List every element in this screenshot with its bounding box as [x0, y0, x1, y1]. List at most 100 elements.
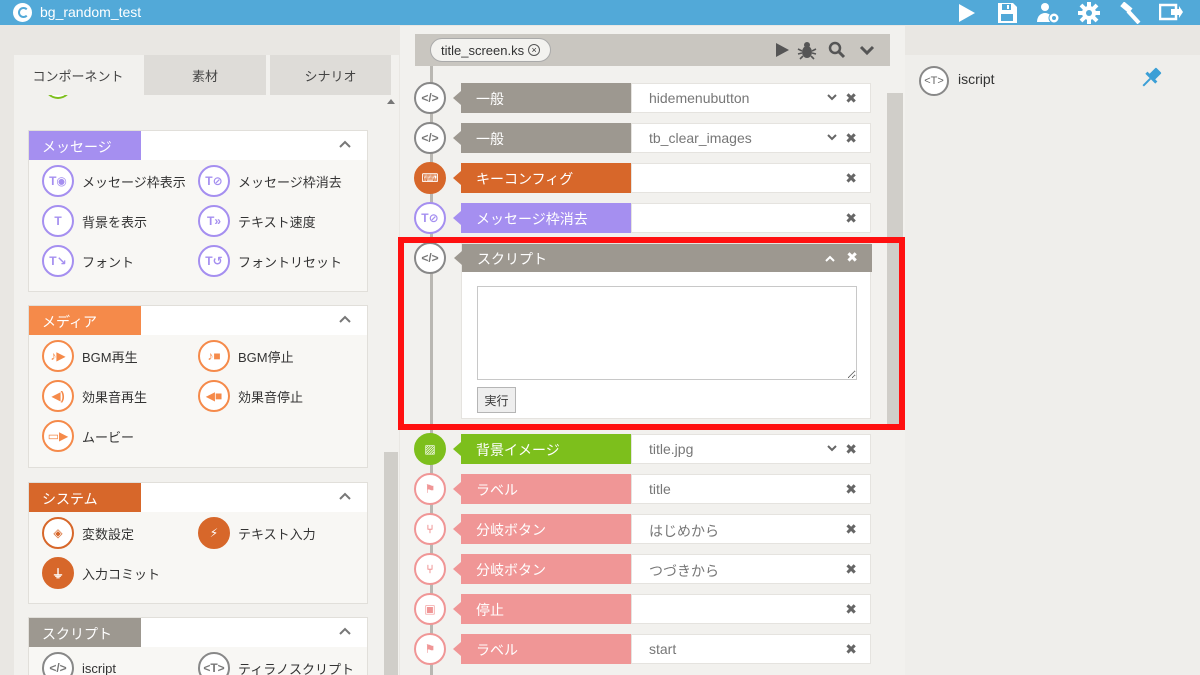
chevron-up-icon[interactable] — [825, 255, 835, 262]
component-show-bg[interactable]: T 背景を表示 — [42, 205, 147, 237]
tag-label: 一般 — [453, 83, 631, 113]
media-section-header[interactable]: メディア — [29, 306, 367, 335]
component-text-input[interactable]: ⚡ テキスト入力 — [198, 517, 316, 549]
tag-value[interactable] — [631, 163, 871, 193]
execute-button[interactable]: 実行 — [477, 387, 516, 413]
chevron-up-icon[interactable] — [339, 315, 351, 323]
tag-row[interactable]: 一般 tb_clear_images ✖ — [453, 123, 871, 153]
chevron-up-icon[interactable] — [339, 627, 351, 635]
tag-row[interactable]: 分岐ボタン つづきから ✖ — [453, 554, 871, 584]
gear-icon[interactable] — [1075, 0, 1103, 25]
left-scrollbar[interactable] — [384, 95, 398, 675]
component-list[interactable]: メッセージ T◉ メッセージ枠表示 T⊘ メッセージ枠消去 T 背景を表示 T» — [14, 95, 399, 675]
component-label: 効果音停止 — [238, 389, 304, 405]
delete-icon[interactable]: ✖ — [845, 601, 857, 618]
editor-scrollbar[interactable] — [887, 93, 903, 675]
scroll-up-icon[interactable] — [387, 99, 395, 104]
exit-icon[interactable] — [1157, 0, 1185, 25]
hammer-icon[interactable] — [1116, 0, 1144, 25]
message-hide-icon: T⊘ — [414, 202, 446, 234]
scrollbar-thumb[interactable] — [384, 452, 398, 675]
tag-row[interactable]: 一般 hidemenubutton ✖ — [453, 83, 871, 113]
chevron-down-icon[interactable] — [827, 134, 837, 141]
branch-icon: ⑂ — [414, 513, 446, 545]
pin-icon[interactable] — [1138, 65, 1164, 91]
property-panel-title: iscript — [958, 71, 995, 87]
tag-row[interactable]: キーコンフィグ ✖ — [453, 163, 871, 193]
bgm-play-icon: ♪▶ — [42, 340, 74, 372]
tab-assets[interactable]: 素材 — [144, 55, 266, 95]
delete-icon[interactable]: ✖ — [845, 170, 857, 187]
component-bgm-stop[interactable]: ♪■ BGM停止 — [198, 340, 294, 372]
tag-value[interactable] — [631, 203, 871, 233]
system-section-header[interactable]: システム — [29, 483, 367, 512]
delete-icon[interactable]: ✖ — [845, 481, 857, 498]
component-text-speed[interactable]: T» テキスト速度 — [198, 205, 316, 237]
file-tab[interactable]: title_screen.ks × — [430, 38, 552, 62]
text-speed-icon: T» — [198, 205, 230, 237]
component-input-commit[interactable]: ⏚ 入力コミット — [42, 557, 160, 589]
search-icon[interactable] — [825, 38, 849, 62]
chevron-down-icon[interactable] — [827, 94, 837, 101]
plug-icon: ⏚ — [42, 557, 74, 589]
tag-value[interactable]: つづきから — [631, 554, 871, 584]
chevron-down-icon[interactable] — [855, 38, 879, 62]
component-message-show[interactable]: T◉ メッセージ枠表示 — [42, 165, 186, 197]
save-icon[interactable] — [993, 0, 1021, 25]
tag-row[interactable]: 停止 ✖ — [453, 594, 871, 624]
tag-row[interactable]: ラベル title ✖ — [453, 474, 871, 504]
script-section-header[interactable]: スクリプト — [29, 618, 367, 647]
delete-icon[interactable]: ✖ — [845, 441, 857, 458]
tag-row[interactable]: 分岐ボタン はじめから ✖ — [453, 514, 871, 544]
tag-value[interactable]: はじめから — [631, 514, 871, 544]
tag-value[interactable] — [631, 594, 871, 624]
variable-cube-icon: ◈ — [42, 517, 74, 549]
chevron-up-icon[interactable] — [339, 140, 351, 148]
delete-icon[interactable]: ✖ — [845, 90, 857, 107]
delete-icon[interactable]: ✖ — [845, 521, 857, 538]
tag-row[interactable]: 背景イメージ title.jpg ✖ — [453, 434, 871, 464]
component-variable[interactable]: ◈ 変数設定 — [42, 517, 134, 549]
component-se-stop[interactable]: ◀■ 効果音停止 — [198, 380, 303, 412]
delete-icon[interactable]: ✖ — [845, 130, 857, 147]
component-label: テキスト入力 — [238, 526, 316, 542]
component-tyrano-script[interactable]: <T> ティラノスクリプト — [198, 652, 354, 675]
delete-icon[interactable]: ✖ — [845, 561, 857, 578]
tag-label: 分岐ボタン — [453, 554, 631, 584]
file-tab-bar: title_screen.ks × — [415, 34, 890, 66]
file-tab-label: title_screen.ks — [441, 42, 525, 58]
system-section: システム ◈ 変数設定 ⚡ テキスト入力 ⏚ 入力コミット — [28, 482, 368, 604]
delete-icon[interactable]: ✖ — [846, 249, 858, 266]
component-bgm-play[interactable]: ♪▶ BGM再生 — [42, 340, 138, 372]
component-font-reset[interactable]: T↺ フォントリセット — [198, 245, 342, 277]
script-textarea[interactable] — [477, 286, 857, 380]
message-section-header[interactable]: メッセージ — [29, 131, 367, 160]
chevron-down-icon[interactable] — [827, 445, 837, 452]
tag-row[interactable]: ラベル start ✖ — [453, 634, 871, 664]
chevron-up-icon[interactable] — [339, 492, 351, 500]
component-se-play[interactable]: ◀) 効果音再生 — [42, 380, 147, 412]
delete-icon[interactable]: ✖ — [845, 641, 857, 658]
close-icon[interactable]: × — [528, 44, 541, 56]
component-iscript[interactable]: </> iscript — [42, 652, 116, 675]
tag-value[interactable]: start — [631, 634, 871, 664]
tag-value[interactable]: title — [631, 474, 871, 504]
partial-component-icon — [44, 95, 72, 99]
tab-scenario[interactable]: シナリオ — [270, 55, 391, 95]
component-label: 効果音再生 — [82, 389, 148, 405]
component-font[interactable]: T↘ フォント — [42, 245, 134, 277]
user-settings-icon[interactable] — [1034, 0, 1062, 25]
script-block-header[interactable]: スクリプト ✖ — [454, 244, 872, 272]
flag-icon: ⚑ — [414, 473, 446, 505]
tag-row[interactable]: メッセージ枠消去 ✖ — [453, 203, 871, 233]
delete-icon[interactable]: ✖ — [845, 210, 857, 227]
component-message-hide[interactable]: T⊘ メッセージ枠消去 — [198, 165, 342, 197]
component-movie[interactable]: ▭▶ ムービー — [42, 420, 134, 452]
bug-icon[interactable] — [795, 38, 819, 62]
tag-label: ラベル — [453, 634, 631, 664]
play-icon[interactable] — [952, 0, 980, 25]
tab-components[interactable]: コンポーネント — [14, 55, 142, 95]
play-icon[interactable] — [770, 38, 794, 62]
scrollbar-thumb[interactable] — [887, 93, 903, 429]
section-title: スクリプト — [29, 618, 141, 647]
